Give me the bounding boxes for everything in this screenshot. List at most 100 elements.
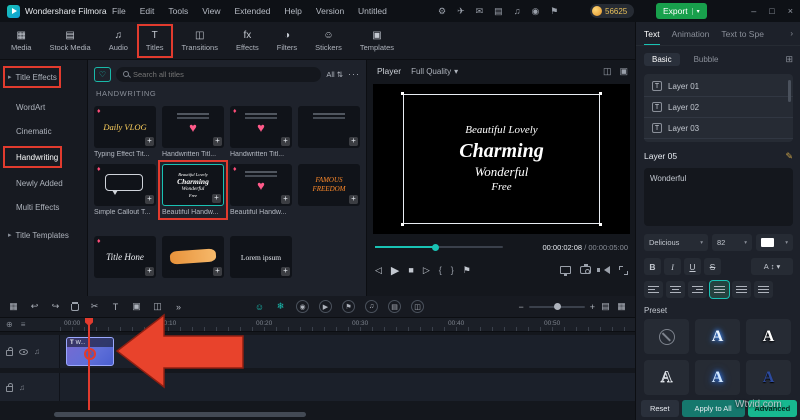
align-justify-button[interactable] bbox=[710, 280, 729, 298]
template-thumbnail[interactable]: ♦ Daily VLOG + bbox=[94, 106, 156, 148]
template-thumbnail[interactable]: + bbox=[298, 106, 360, 148]
more-options-button[interactable]: ··· bbox=[348, 69, 360, 79]
tabs-overflow-arrow-icon[interactable]: › bbox=[790, 29, 793, 38]
title-template-card[interactable]: FAMOUS FREEDOM + bbox=[298, 164, 360, 218]
split-screen-icon[interactable]: ◫ bbox=[411, 300, 424, 313]
template-thumbnail[interactable]: ♦ ♥ + bbox=[230, 164, 292, 206]
tab-stickers[interactable]: ☺ Stickers bbox=[306, 22, 351, 60]
delete-icon[interactable] bbox=[71, 302, 79, 311]
title-template-card[interactable]: ♦ ♥ + Beautiful Handw... bbox=[230, 164, 292, 218]
export-chevron-down-icon[interactable]: ▾ bbox=[691, 7, 700, 15]
snapshot-camera-icon[interactable] bbox=[580, 264, 591, 274]
zoom-out-icon[interactable]: − bbox=[518, 302, 523, 312]
strikethrough-button[interactable]: S bbox=[704, 258, 721, 275]
maximize-button[interactable]: □ bbox=[769, 6, 774, 16]
stop-button[interactable]: ■ bbox=[408, 265, 413, 275]
layers-scrollbar[interactable] bbox=[788, 80, 791, 102]
preview-viewport[interactable]: Beautiful Lovely Charming Wonderful Free bbox=[373, 84, 630, 234]
title-template-card[interactable]: + bbox=[298, 106, 360, 160]
preset-style-bright[interactable]: A bbox=[695, 360, 740, 395]
vertical-align-top-button[interactable] bbox=[732, 280, 751, 298]
underline-button[interactable]: U bbox=[684, 258, 701, 275]
preset-style-navy[interactable]: A bbox=[746, 360, 791, 395]
menu-file[interactable]: File bbox=[112, 6, 126, 16]
lock-track-icon[interactable] bbox=[6, 347, 13, 356]
add-track-icon[interactable]: ⊕ bbox=[6, 320, 13, 329]
font-family-dropdown[interactable]: Delicious ▾ bbox=[644, 234, 708, 251]
split-scissors-icon[interactable]: ✂ bbox=[89, 301, 100, 312]
align-right-button[interactable] bbox=[688, 280, 707, 298]
add-to-timeline-button[interactable]: + bbox=[145, 267, 154, 276]
search-box[interactable] bbox=[116, 66, 322, 82]
mute-track-icon[interactable]: ♫ bbox=[19, 383, 25, 392]
align-left-button[interactable] bbox=[644, 280, 663, 298]
fit-timeline-icon[interactable]: ▤ bbox=[600, 301, 611, 312]
export-button[interactable]: Export ▾ bbox=[656, 3, 707, 19]
toggle-visibility-icon[interactable] bbox=[19, 348, 28, 355]
music-icon[interactable]: ♫ bbox=[514, 6, 521, 16]
tab-transitions[interactable]: ◫ Transitions bbox=[173, 22, 227, 60]
title-template-card[interactable]: ♦ ♥ + Handwritten Titl... bbox=[230, 106, 292, 160]
tab-filters[interactable]: ◑ Filters bbox=[268, 22, 306, 60]
tab-audio[interactable]: ♫ Audio bbox=[100, 22, 137, 60]
layer-item-02[interactable]: T Layer 02 bbox=[644, 97, 793, 118]
title-template-card[interactable]: ♦ + Simple Callout T... bbox=[94, 164, 156, 218]
record-icon[interactable]: ◉ bbox=[296, 300, 309, 313]
speed-icon[interactable]: ◫ bbox=[152, 301, 163, 312]
account-icon[interactable]: ◉ bbox=[531, 6, 539, 17]
panel-options-icon[interactable]: ⊞ bbox=[785, 54, 793, 65]
next-frame-button[interactable]: ▷ bbox=[423, 265, 430, 276]
text-spacing-dropdown[interactable]: A ↕ ▾ bbox=[751, 258, 793, 275]
redo-icon[interactable]: ↪ bbox=[50, 301, 61, 312]
add-to-timeline-button[interactable]: + bbox=[145, 195, 154, 204]
menu-tools[interactable]: Tools bbox=[168, 6, 188, 16]
title-template-card[interactable]: + bbox=[162, 236, 224, 290]
add-to-timeline-button[interactable]: + bbox=[349, 137, 358, 146]
sidebar-item-title-effects[interactable]: ▸ Title Effects bbox=[0, 66, 65, 88]
title-template-card[interactable]: ♥ + Handwritten Titl... bbox=[162, 106, 224, 160]
add-to-timeline-button[interactable]: + bbox=[281, 195, 290, 204]
lock-track-icon[interactable] bbox=[6, 382, 13, 392]
template-thumbnail[interactable]: ♥ + bbox=[162, 106, 224, 148]
undo-icon[interactable]: ↩ bbox=[29, 301, 40, 312]
mixer-icon[interactable]: ▤ bbox=[388, 300, 401, 313]
sidebar-item-multi-effects[interactable]: Multi Effects bbox=[0, 198, 67, 216]
add-to-timeline-button[interactable]: + bbox=[212, 194, 221, 203]
render-preview-icon[interactable]: ▣ bbox=[619, 66, 628, 77]
italic-button[interactable]: I bbox=[664, 258, 681, 275]
template-thumbnail[interactable]: FAMOUS FREEDOM + bbox=[298, 164, 360, 206]
split-view-icon[interactable]: ◫ bbox=[603, 66, 612, 77]
tab-text-to-speech[interactable]: Text to Spe bbox=[721, 29, 764, 39]
title-template-card[interactable]: Lorem ipsum + bbox=[230, 236, 292, 290]
render-icon[interactable]: ▶ bbox=[319, 300, 332, 313]
layer-item-01[interactable]: T Layer 01 bbox=[644, 76, 793, 97]
fullscreen-icon[interactable] bbox=[619, 265, 628, 275]
preset-none[interactable] bbox=[644, 319, 689, 354]
marker-icon[interactable]: ⚑ bbox=[342, 300, 355, 313]
minimize-button[interactable]: – bbox=[751, 6, 756, 16]
add-to-timeline-button[interactable]: + bbox=[213, 267, 222, 276]
reset-button[interactable]: Reset bbox=[641, 400, 679, 417]
seek-handle[interactable] bbox=[432, 243, 440, 251]
add-text-icon[interactable]: T bbox=[110, 302, 121, 312]
video-track[interactable]: ♫ T W... × bbox=[0, 335, 635, 368]
sidebar-item-title-templates[interactable]: ▸ Title Templates bbox=[0, 226, 77, 244]
template-thumbnail[interactable]: ♦ + bbox=[94, 164, 156, 206]
sidebar-item-newly-added[interactable]: Newly Added bbox=[0, 174, 71, 192]
menu-view[interactable]: View bbox=[202, 6, 220, 16]
timeline-ruler[interactable]: ⊕ ≡ 00:00 00:10 00:20 00:30 00:40 00:50 bbox=[0, 318, 635, 332]
sidebar-item-wordart[interactable]: WordArt bbox=[0, 98, 53, 116]
marker-flag-icon[interactable]: ⚑ bbox=[463, 265, 471, 276]
layout-grid-icon[interactable]: ▦ bbox=[8, 301, 19, 312]
playhead[interactable] bbox=[85, 318, 93, 410]
track-menu-icon[interactable]: ≡ bbox=[21, 320, 26, 329]
add-to-timeline-button[interactable]: + bbox=[213, 137, 222, 146]
tab-animation[interactable]: Animation bbox=[672, 29, 710, 39]
add-to-timeline-button[interactable]: + bbox=[281, 137, 290, 146]
text-content-field[interactable]: Wonderful bbox=[644, 168, 793, 226]
add-to-timeline-button[interactable]: + bbox=[281, 267, 290, 276]
coins-badge[interactable]: 56625 bbox=[590, 4, 635, 18]
mark-out-icon[interactable]: } bbox=[451, 265, 454, 275]
preset-style-glow[interactable]: A bbox=[695, 319, 740, 354]
display-icon[interactable] bbox=[560, 266, 571, 276]
